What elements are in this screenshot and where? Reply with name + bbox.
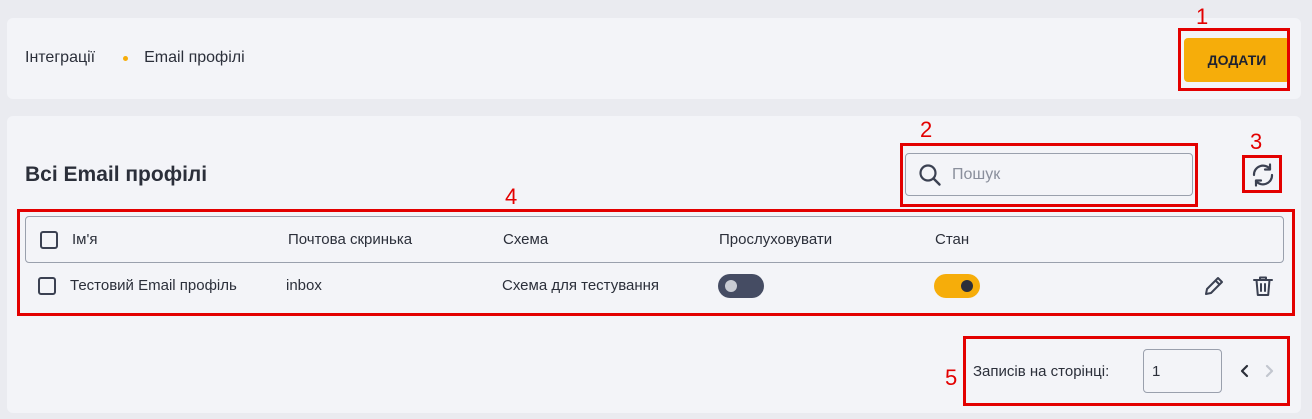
trash-icon <box>1253 276 1273 296</box>
column-header-scheme: Схема <box>503 231 549 248</box>
select-all-checkbox[interactable] <box>40 231 58 249</box>
edit-button[interactable] <box>1201 273 1227 299</box>
state-toggle[interactable] <box>934 274 980 298</box>
chevron-left-icon <box>1240 364 1249 378</box>
breadcrumb-item-email-profiles: Email профілі <box>144 49 245 66</box>
annotation-number-2: 2 <box>920 117 933 142</box>
annotation-number-4: 4 <box>505 184 518 209</box>
column-header-listen: Прослуховувати <box>719 231 833 248</box>
toggle-knob <box>961 280 973 292</box>
row-mailbox: inbox <box>286 277 322 294</box>
search-icon <box>919 163 941 186</box>
pencil-icon <box>1205 277 1223 295</box>
column-header-mailbox: Почтова скринька <box>288 231 413 248</box>
main-card: Всі Email профілі Ім'я Почтова скринька … <box>7 116 1301 413</box>
row-checkbox[interactable] <box>38 277 56 295</box>
next-page-button[interactable] <box>1260 362 1278 380</box>
breadcrumb-item-integrations[interactable]: Інтеграції <box>25 49 95 67</box>
page-title: Всі Email профілі <box>25 163 208 186</box>
refresh-icon <box>1252 163 1274 187</box>
table-header: Ім'я Почтова скринька Схема Прослуховува… <box>25 216 1284 263</box>
rows-per-page-input[interactable] <box>1143 349 1222 393</box>
add-button[interactable]: ДОДАТИ <box>1184 38 1290 82</box>
refresh-button[interactable] <box>1249 161 1277 189</box>
breadcrumb-separator <box>123 55 129 61</box>
row-name: Тестовий Email профіль <box>70 277 237 294</box>
row-scheme: Схема для тестування <box>502 277 660 294</box>
listen-toggle[interactable] <box>718 274 764 298</box>
chevron-right-icon <box>1265 364 1274 378</box>
annotation-number-5: 5 <box>945 365 958 390</box>
search-input[interactable] <box>950 164 1184 185</box>
column-header-name: Ім'я <box>72 231 98 248</box>
table-row: Тестовий Email профіль inbox Схема для т… <box>25 263 1284 313</box>
annotation-number-1: 1 <box>1196 4 1209 29</box>
annotation-number-3: 3 <box>1250 129 1263 154</box>
rows-per-page-label: Записів на сторінці: <box>973 363 1110 380</box>
column-header-state: Стан <box>935 231 970 248</box>
previous-page-button[interactable] <box>1236 362 1254 380</box>
breadcrumb: Інтеграції Email профілі <box>25 49 245 67</box>
toggle-knob <box>725 280 737 292</box>
search-box[interactable] <box>905 153 1193 196</box>
header-card: Інтеграції Email профілі ДОДАТИ <box>7 18 1301 99</box>
delete-button[interactable] <box>1250 273 1276 299</box>
